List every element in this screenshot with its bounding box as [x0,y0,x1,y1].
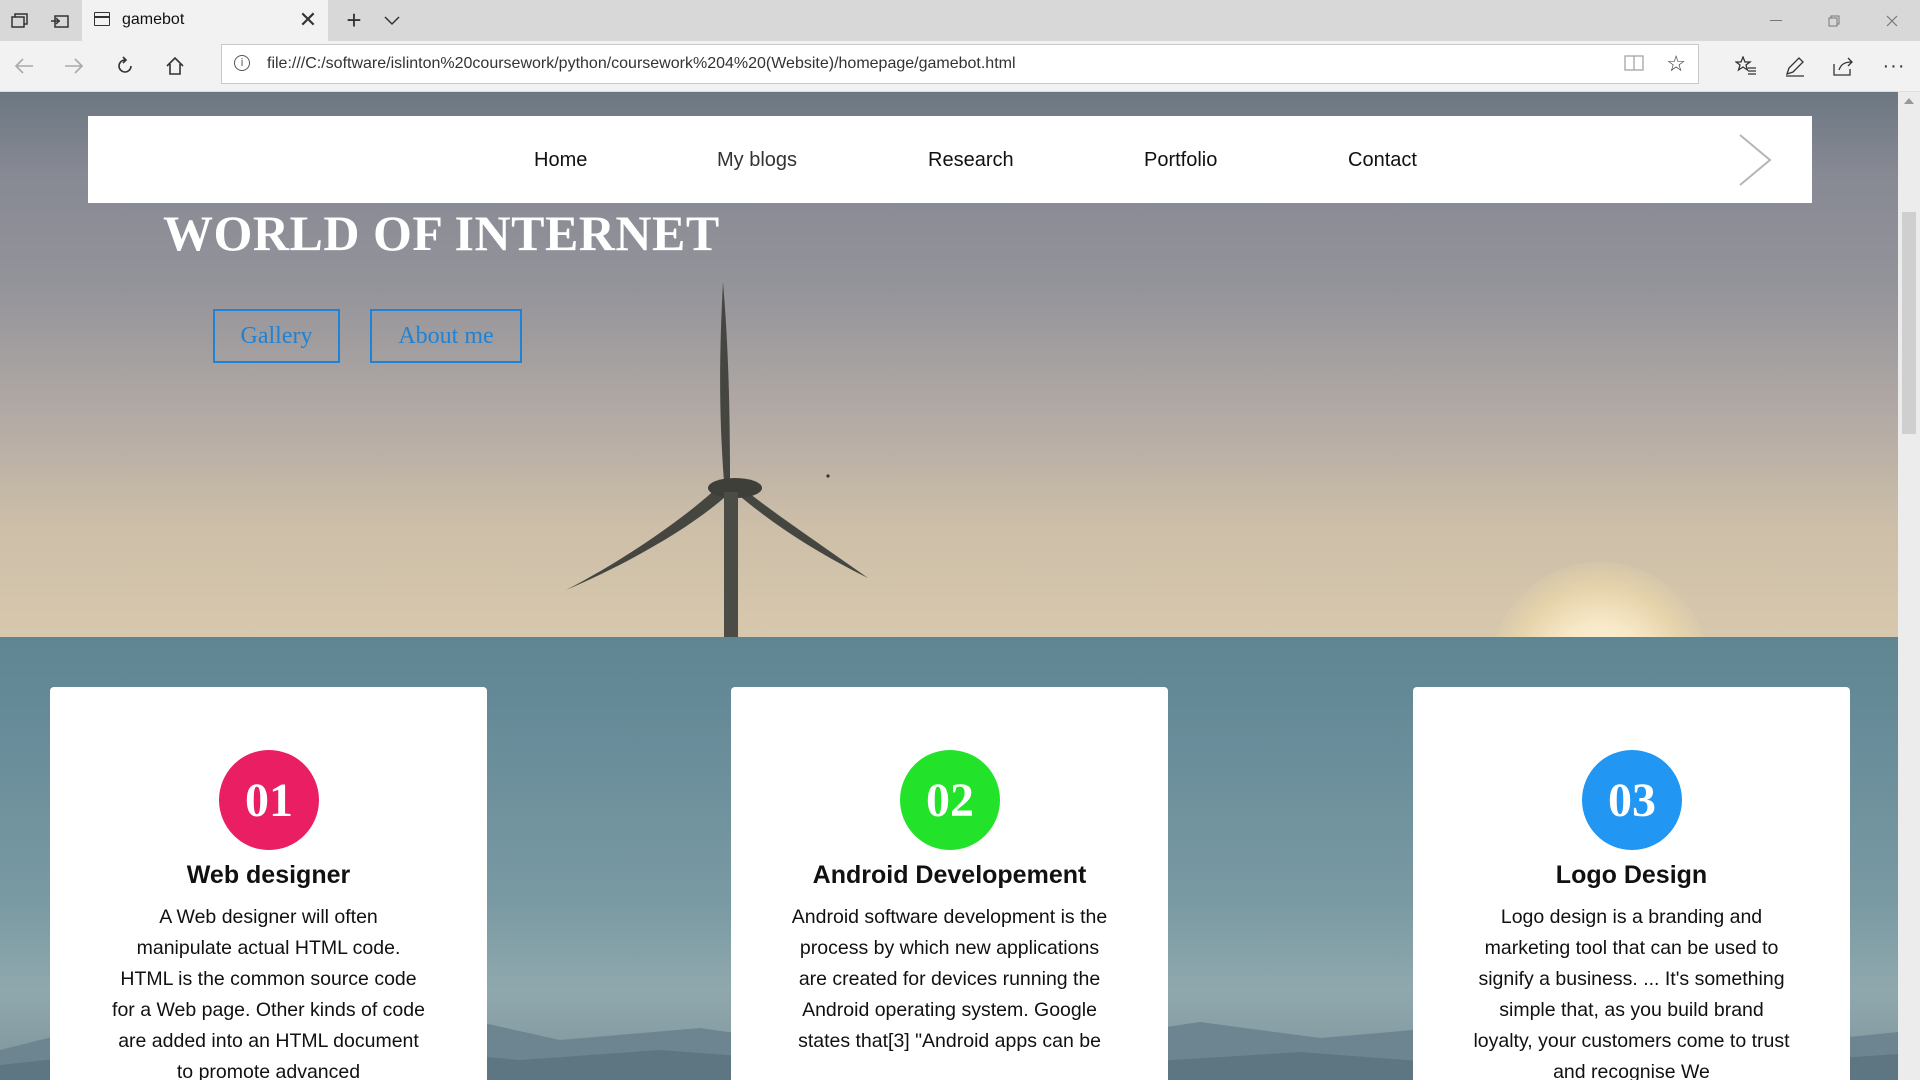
card-description: Android software development is the proc… [791,906,1108,1052]
card-number-badge: 02 [900,750,1000,850]
close-window-icon[interactable] [1864,0,1920,41]
page-viewport: Home My blogs Research Portfolio Contact… [0,92,1898,1080]
nav-link-home[interactable]: Home [534,149,587,172]
back-icon[interactable] [0,41,48,91]
new-tab-icon[interactable]: + [334,0,374,41]
tab-actions-icon[interactable] [0,0,40,41]
more-options-icon[interactable]: ··· [1870,41,1918,91]
service-card: 01 Web designer A Web designer will ofte… [50,687,487,1080]
hero-section: Home My blogs Research Portfolio Contact… [0,92,1898,637]
page-scrollbar[interactable] [1898,92,1920,1080]
nav-link-portfolio[interactable]: Portfolio [1144,149,1217,172]
chevron-right-icon[interactable] [1738,134,1772,186]
services-section: 01 Web designer A Web designer will ofte… [0,637,1898,1080]
nav-link-research[interactable]: Research [928,149,1014,172]
about-me-button[interactable]: About me [370,309,522,363]
card-number-badge: 03 [1582,750,1682,850]
page-icon [94,12,110,26]
refresh-icon[interactable] [101,41,149,91]
card-title: Web designer [186,861,351,889]
wind-turbine-image [566,282,868,637]
card-title: Android Developement [812,861,1087,889]
address-bar: i file:///C:/software/islinton%20coursew… [0,41,1920,92]
url-text: file:///C:/software/islinton%20coursewor… [267,55,1016,72]
card-description: A Web designer will often manipulate act… [112,906,425,1080]
favorites-hub-icon[interactable] [1722,41,1770,91]
card-description: Logo design is a branding and marketing … [1473,906,1790,1080]
card-title: Logo Design [1555,861,1708,889]
close-tab-icon[interactable]: ✕ [294,6,322,34]
tab-bar: gamebot ✕ + [0,0,1920,41]
scroll-up-arrow-icon[interactable] [1904,98,1914,104]
home-icon[interactable] [151,41,199,91]
scrollbar-thumb[interactable] [1902,212,1916,434]
browser-tab[interactable]: gamebot ✕ [82,0,328,41]
hero-title: WORLD OF INTERNET [163,205,720,261]
forward-icon[interactable] [50,41,98,91]
nav-link-contact[interactable]: Contact [1348,149,1417,172]
reading-view-icon[interactable] [1624,54,1644,74]
sun-image [1490,562,1710,637]
nav-link-my-blogs[interactable]: My blogs [717,149,797,172]
favorite-star-icon[interactable]: ☆ [1666,51,1686,77]
share-icon[interactable] [1820,41,1868,91]
tab-preview-chevron-icon[interactable] [372,0,412,41]
service-card: 03 Logo Design Logo design is a branding… [1413,687,1850,1080]
set-tabs-aside-icon[interactable] [40,0,80,41]
gallery-button[interactable]: Gallery [213,309,340,363]
restore-icon[interactable] [1806,0,1862,41]
url-field[interactable]: i file:///C:/software/islinton%20coursew… [221,44,1699,84]
minimize-icon[interactable] [1748,0,1804,41]
site-info-icon[interactable]: i [234,55,250,71]
card-number-badge: 01 [219,750,319,850]
tab-title: gamebot [122,11,185,28]
web-note-pen-icon[interactable] [1771,41,1819,91]
top-navigation: Home My blogs Research Portfolio Contact [88,116,1812,203]
service-card: 02 Android Developement Android software… [731,687,1168,1080]
